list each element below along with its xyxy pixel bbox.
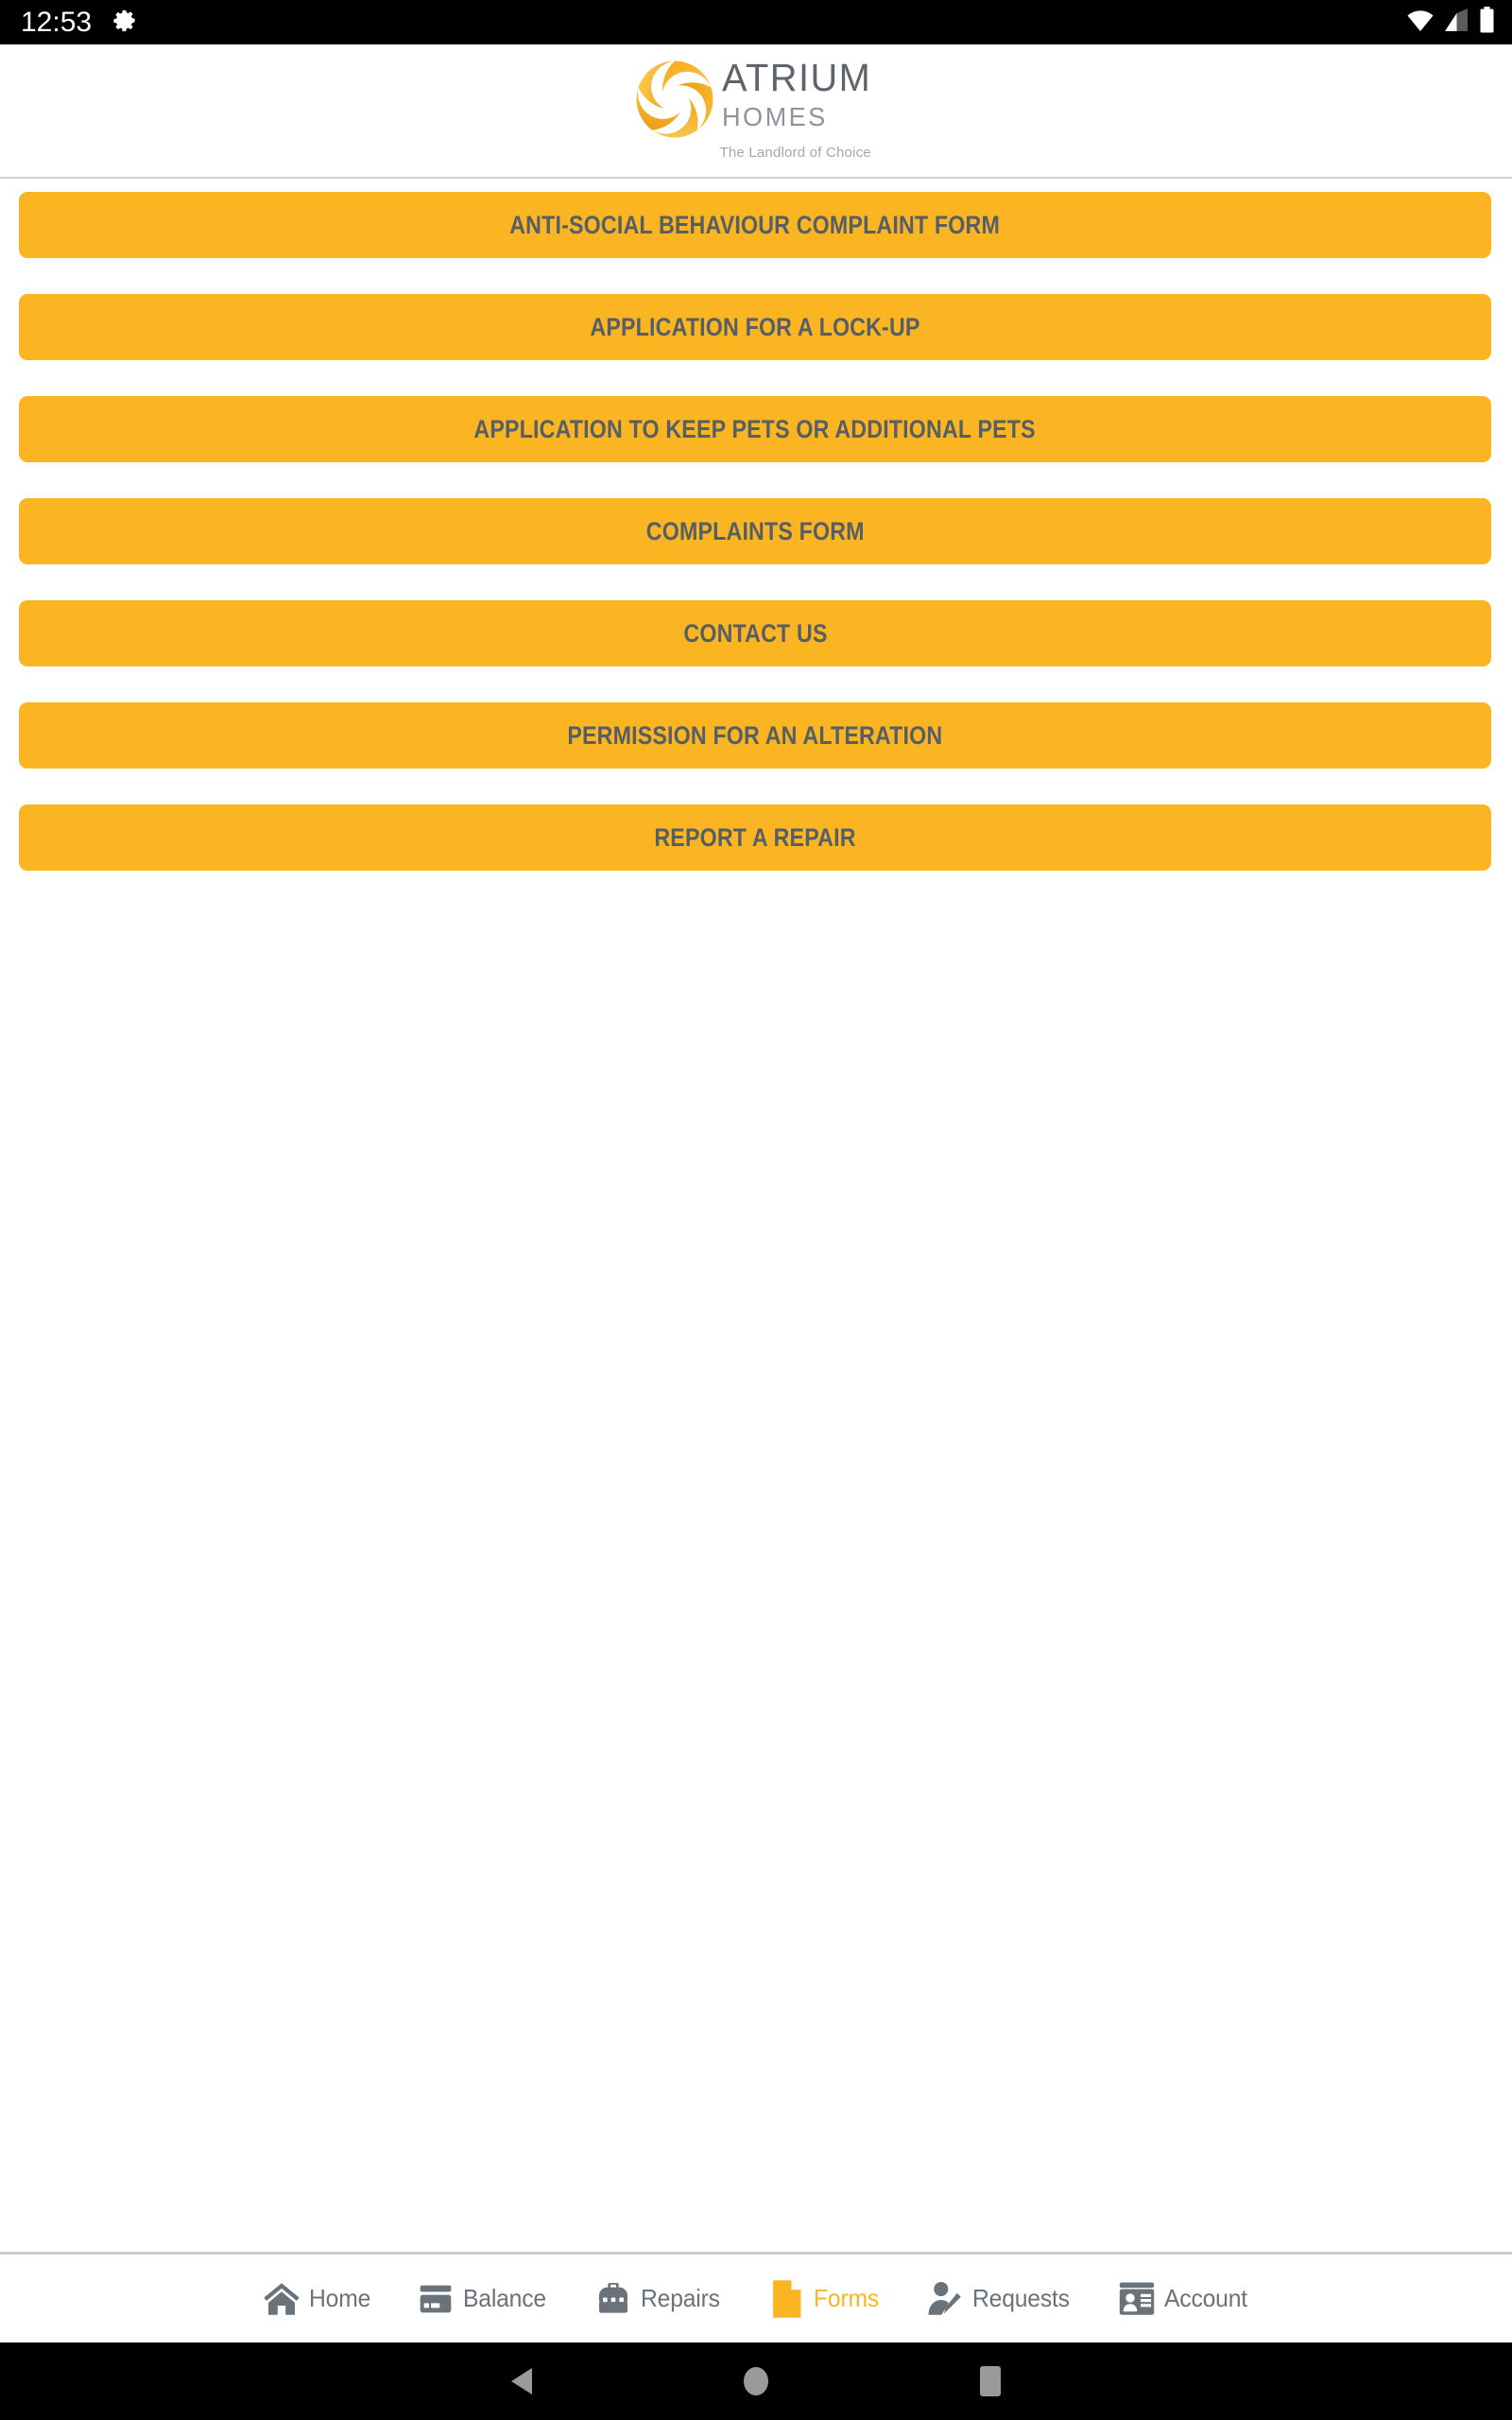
form-button-report-a-repair[interactable]: Report a Repair — [19, 804, 1491, 871]
form-button-complaints-form[interactable]: Complaints Form — [19, 498, 1491, 564]
nav-label-forms: Forms — [813, 2284, 879, 2312]
nav-item-repairs[interactable]: Repairs — [572, 2255, 745, 2342]
nav-item-home[interactable]: Home — [240, 2255, 395, 2342]
form-button-label: Anti-Social Behaviour Complaint Form — [509, 210, 1001, 239]
nav-label-account: Account — [1163, 2284, 1247, 2312]
brand-wordmark: ATRIUM HOMES — [721, 56, 876, 133]
status-clock: 12:53 — [21, 6, 93, 38]
home-circle-icon[interactable] — [742, 2365, 770, 2397]
nav-label-repairs: Repairs — [640, 2284, 720, 2312]
brand-name-secondary: HOMES — [721, 101, 828, 131]
brand-tagline: The Landlord of Choice — [719, 145, 871, 161]
form-button-label: Contact Us — [682, 618, 828, 648]
form-button-anti-social-behaviour-complaint-form[interactable]: Anti-Social Behaviour Complaint Form — [19, 192, 1491, 258]
id-card-icon — [1116, 2278, 1158, 2320]
nav-label-balance: Balance — [463, 2284, 547, 2312]
form-button-permission-for-an-alteration[interactable]: Permission for an Alteration — [19, 702, 1491, 769]
form-button-label: Complaints Form — [645, 516, 865, 545]
nav-item-forms[interactable]: Forms — [745, 2255, 903, 2342]
toolbox-icon — [593, 2278, 634, 2320]
status-bar-left: 12:53 — [21, 8, 138, 38]
form-button-label: Report a Repair — [654, 822, 856, 852]
nav-item-requests[interactable]: Requests — [903, 2255, 1095, 2342]
house-icon — [261, 2278, 302, 2320]
form-button-label: Application for a Lock-Up — [590, 312, 920, 341]
wifi-icon — [1406, 8, 1435, 37]
form-button-application-to-keep-pets-or-additional-pets[interactable]: Application to Keep Pets or Additional P… — [19, 396, 1491, 462]
back-triangle-icon[interactable] — [509, 2366, 534, 2396]
document-page-icon — [765, 2278, 807, 2320]
status-bar: 12:53 — [0, 0, 1512, 44]
nav-item-account[interactable]: Account — [1095, 2255, 1273, 2342]
form-button-contact-us[interactable]: Contact Us — [19, 600, 1491, 666]
recents-square-icon[interactable] — [978, 2365, 1003, 2397]
battery-icon — [1479, 7, 1495, 38]
forms-button-list: Anti-Social Behaviour Complaint Form App… — [0, 179, 1512, 907]
credit-card-icon — [415, 2278, 456, 2320]
nav-item-balance[interactable]: Balance — [394, 2255, 572, 2342]
settings-gear-icon — [112, 8, 138, 38]
brand-name-primary: ATRIUM — [721, 56, 871, 99]
form-button-label: Application to Keep Pets or Additional P… — [473, 414, 1037, 443]
status-bar-right — [1406, 7, 1495, 38]
nav-label-home: Home — [308, 2284, 370, 2312]
atrium-pentagon-swirl-logo-icon — [631, 56, 718, 143]
form-button-label: Permission for an Alteration — [567, 720, 943, 750]
cell-signal-icon — [1444, 8, 1469, 37]
app-screen: 12:53 ATRIUM HOMES The Landlord of Choic… — [0, 0, 1512, 2420]
android-system-navigation — [0, 2342, 1512, 2420]
nav-label-requests: Requests — [971, 2284, 1070, 2312]
person-pencil-icon — [924, 2278, 966, 2320]
brand-logo: ATRIUM HOMES The Landlord of Choice — [631, 54, 882, 167]
bottom-navigation-bar: Home Balance Repairs Forms Requests Acco… — [0, 2252, 1512, 2342]
form-button-application-for-a-lock-up[interactable]: Application for a Lock-Up — [19, 294, 1491, 360]
app-header: ATRIUM HOMES The Landlord of Choice — [0, 44, 1512, 179]
